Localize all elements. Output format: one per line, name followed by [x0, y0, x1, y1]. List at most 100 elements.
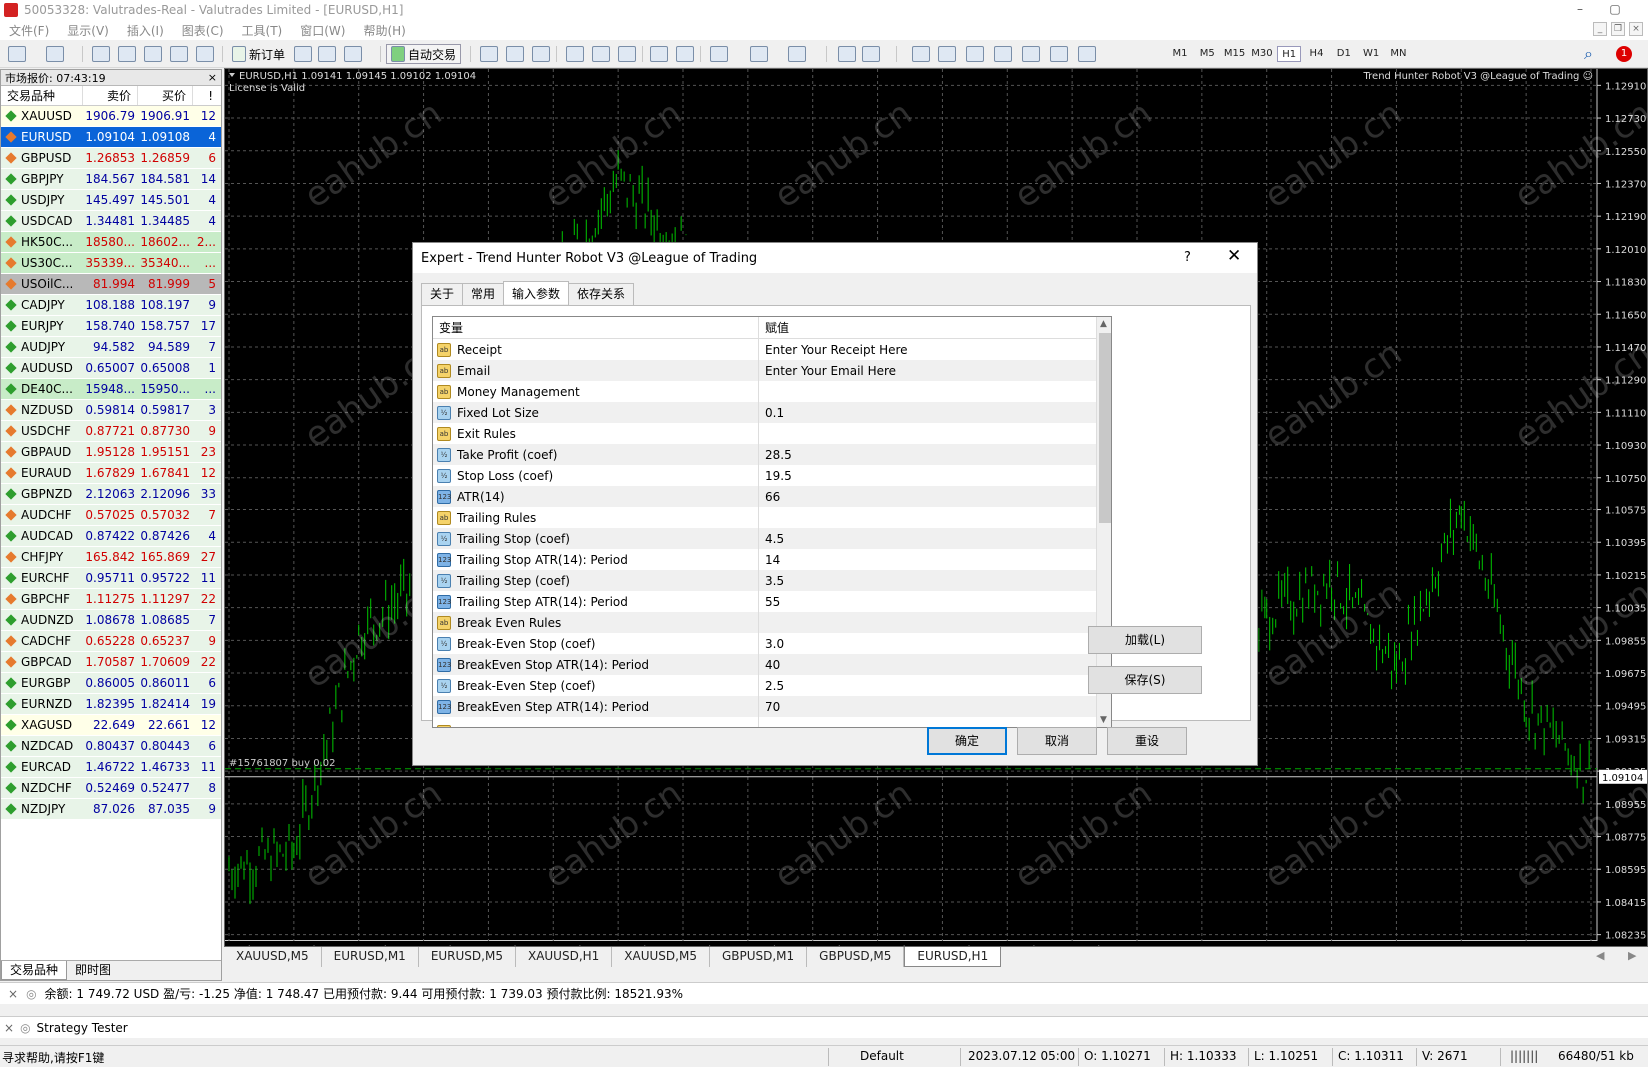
param-value[interactable]: 4.5 [759, 532, 784, 546]
trendline-icon[interactable] [938, 44, 956, 64]
symbol-row[interactable]: EURNZD 1.82395 1.82414 19 [1, 694, 221, 715]
chart-tab[interactable]: XAUUSD,H1 [516, 947, 613, 967]
scroll-up-icon[interactable]: ▲ [1100, 319, 1107, 329]
tab-symbols[interactable]: 交易品种 [1, 961, 68, 980]
param-value[interactable]: 3.5 [759, 574, 784, 588]
param-row[interactable]: ab Receipt Enter Your Receipt Here [433, 339, 1111, 360]
symbol-row[interactable]: AUDCAD 0.87422 0.87426 4 [1, 526, 221, 547]
param-value[interactable]: 14 [759, 553, 780, 567]
symbol-row[interactable]: XAUUSD 1906.79 1906.91 12 [1, 106, 221, 127]
notifications-icon[interactable]: 1 [1616, 44, 1632, 64]
templates-icon[interactable] [788, 44, 806, 64]
param-value[interactable]: 19.5 [759, 469, 792, 483]
timeframe-M5[interactable]: M5 [1195, 46, 1219, 62]
param-row[interactable]: ½ Stop Loss (coef) 19.5 [433, 465, 1111, 486]
param-row[interactable]: ab Exit Rules [433, 423, 1111, 444]
menu-item[interactable]: 文件(F) [0, 22, 58, 39]
param-value[interactable]: 70 [759, 700, 780, 714]
param-row[interactable]: 123 BreakEven Stop ATR(14): Period 40 [433, 654, 1111, 675]
chart-tab[interactable]: GBPUSD,M5 [807, 947, 905, 967]
menu-item[interactable]: 窗口(W) [291, 22, 354, 39]
scroll-left-icon[interactable]: ◀ [1596, 949, 1604, 962]
scroll-right-icon[interactable]: ▶ [1628, 949, 1636, 962]
param-value[interactable]: 3.0 [759, 637, 784, 651]
hline-icon[interactable] [912, 44, 930, 64]
chart-tab[interactable]: EURUSD,H1 [904, 947, 1002, 967]
param-row[interactable]: ½ Trailing Step (coef) 3.5 [433, 570, 1111, 591]
strategy-tester-label[interactable]: Strategy Tester [37, 1021, 128, 1035]
maximize-button[interactable]: ▢ [1600, 0, 1630, 20]
crosshair-icon[interactable] [862, 44, 880, 64]
symbol-row[interactable]: EURUSD 1.09104 1.09108 4 [1, 127, 221, 148]
cursor-icon[interactable] [838, 44, 856, 64]
chart-shift-end-icon[interactable] [676, 44, 694, 64]
symbol-row[interactable]: US30C... 35339... 35340...... [1, 253, 221, 274]
col-value[interactable]: 赋值 [759, 317, 789, 338]
chart-tab[interactable]: XAUUSD,M5 [612, 947, 710, 967]
param-row[interactable]: ½ Break-Even Step (coef) 2.5 [433, 675, 1111, 696]
param-row[interactable]: 123 ATR(14) 66 [433, 486, 1111, 507]
timeframe-H1[interactable]: H1 [1277, 46, 1302, 62]
indicators-icon[interactable] [710, 44, 728, 64]
param-row[interactable]: 123 BreakEven Step ATR(14): Period 70 [433, 696, 1111, 717]
bar-chart-icon[interactable] [480, 44, 498, 64]
symbol-row[interactable]: DE40C... 15948... 15950...... [1, 379, 221, 400]
col-ask[interactable]: 买价 [138, 86, 193, 105]
param-value[interactable]: 0.1 [759, 406, 784, 420]
param-value[interactable]: Enter Your Email Here [759, 364, 896, 378]
symbol-row[interactable]: GBPCAD 1.70587 1.70609 22 [1, 652, 221, 673]
symbol-row[interactable]: GBPJPY 184.567 184.581 14 [1, 169, 221, 190]
save-button[interactable]: 保存(S) [1088, 666, 1202, 694]
meta-editor-icon[interactable] [294, 44, 312, 64]
child-minimize-icon[interactable]: _ [1593, 22, 1607, 36]
text-icon[interactable] [1022, 44, 1040, 64]
channel-icon[interactable] [966, 44, 984, 64]
symbol-row[interactable]: GBPUSD 1.26853 1.26859 6 [1, 148, 221, 169]
symbol-row[interactable]: GBPNZD 2.12063 2.12096 33 [1, 484, 221, 505]
profiles-icon[interactable] [46, 44, 64, 64]
param-row[interactable]: ab Email Enter Your Email Here [433, 360, 1111, 381]
chart-tab[interactable]: GBPUSD,M1 [710, 947, 808, 967]
strategy-tester-icon[interactable] [196, 44, 214, 64]
symbol-row[interactable]: NZDJPY 87.026 87.035 9 [1, 799, 221, 820]
symbol-row[interactable]: NZDCHF 0.52469 0.52477 8 [1, 778, 221, 799]
timeframe-H4[interactable]: H4 [1305, 46, 1329, 62]
search-icon[interactable]: ⌕ [1584, 44, 1593, 64]
param-row[interactable]: ½ Trailing Stop (coef) 4.5 [433, 528, 1111, 549]
symbol-row[interactable]: CHFJPY 165.842 165.869 27 [1, 547, 221, 568]
chart-autoscroll-icon[interactable] [650, 44, 668, 64]
child-restore-icon[interactable]: ❐ [1611, 22, 1625, 36]
dialog-tab[interactable]: 常用 [462, 283, 505, 305]
symbol-row[interactable]: AUDCHF 0.57025 0.57032 7 [1, 505, 221, 526]
param-row[interactable]: ½ Break-Even Stop (coef) 3.0 [433, 633, 1111, 654]
symbol-row[interactable]: EURJPY 158.740 158.757 17 [1, 316, 221, 337]
symbol-row[interactable]: GBPCHF 1.11275 1.11297 22 [1, 589, 221, 610]
dialog-tab[interactable]: 关于 [421, 283, 464, 305]
col-symbol[interactable]: 交易品种 [1, 86, 83, 105]
symbol-row[interactable]: EURCAD 1.46722 1.46733 11 [1, 757, 221, 778]
menu-item[interactable]: 工具(T) [233, 22, 292, 39]
param-row[interactable]: ½ Take Profit (coef) 28.5 [433, 444, 1111, 465]
zoom-out-icon[interactable] [592, 44, 610, 64]
col-bid[interactable]: 卖价 [83, 86, 138, 105]
minimize-button[interactable]: – [1565, 0, 1595, 20]
fibonacci-icon[interactable] [994, 44, 1012, 64]
menu-item[interactable]: 图表(C) [173, 22, 233, 39]
chart-tab[interactable]: EURUSD,M1 [322, 947, 419, 967]
col-spread[interactable]: ! [193, 86, 219, 105]
chart-tab[interactable]: XAUUSD,M5 [224, 947, 322, 967]
market-watch-icon[interactable] [92, 44, 110, 64]
scroll-thumb[interactable] [1099, 333, 1111, 523]
symbol-row[interactable]: NZDUSD 0.59814 0.59817 3 [1, 400, 221, 421]
reset-button[interactable]: 重设 [1107, 727, 1187, 755]
arrow-icon[interactable] [1078, 44, 1096, 64]
symbol-row[interactable]: USDJPY 145.497 145.501 4 [1, 190, 221, 211]
timeframe-M15[interactable]: M15 [1223, 46, 1247, 62]
data-window-icon[interactable] [118, 44, 136, 64]
symbol-row[interactable]: EURCHF 0.95711 0.95722 11 [1, 568, 221, 589]
tab-tick-chart[interactable]: 即时图 [67, 961, 119, 980]
line-chart-icon[interactable] [532, 44, 550, 64]
param-value[interactable]: 28.5 [759, 448, 792, 462]
close-icon[interactable]: × [4, 1021, 14, 1035]
symbol-row[interactable]: CADCHF 0.65228 0.65237 9 [1, 631, 221, 652]
